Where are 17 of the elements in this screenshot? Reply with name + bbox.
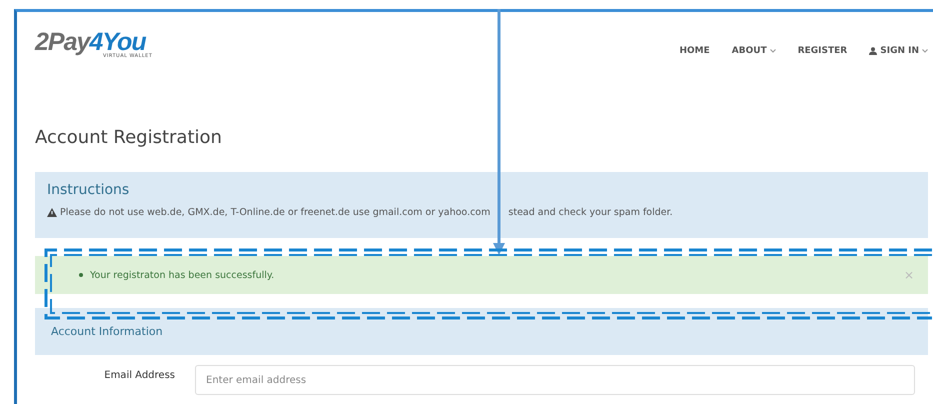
nav-link[interactable]: ABOUT	[732, 46, 776, 56]
caret-icon	[922, 49, 928, 53]
email-field[interactable]: Enter email address	[195, 365, 915, 395]
nav-link[interactable]: REGISTER	[798, 46, 848, 56]
instructions-text: Please do not use web.de, GMX.de, T-Online.de or freenet.de use gmail.com or yahoo.com	[60, 207, 490, 218]
warning-icon	[47, 208, 57, 217]
section-header: Account Information	[35, 308, 928, 355]
page-title: Account Registration	[35, 127, 223, 148]
nav-link[interactable]: SIGN IN	[869, 46, 928, 56]
instructions-text: stead and check your spam folder.	[508, 207, 673, 218]
user-icon	[869, 47, 878, 55]
field-label: Email Address	[103, 369, 175, 381]
nav-link[interactable]: HOME	[679, 46, 710, 56]
caret-icon	[770, 49, 776, 53]
alert-message: Your registraton has been successfully.	[90, 270, 276, 280]
panel-title: Instructions	[47, 182, 130, 198]
bullet-icon	[79, 273, 83, 277]
